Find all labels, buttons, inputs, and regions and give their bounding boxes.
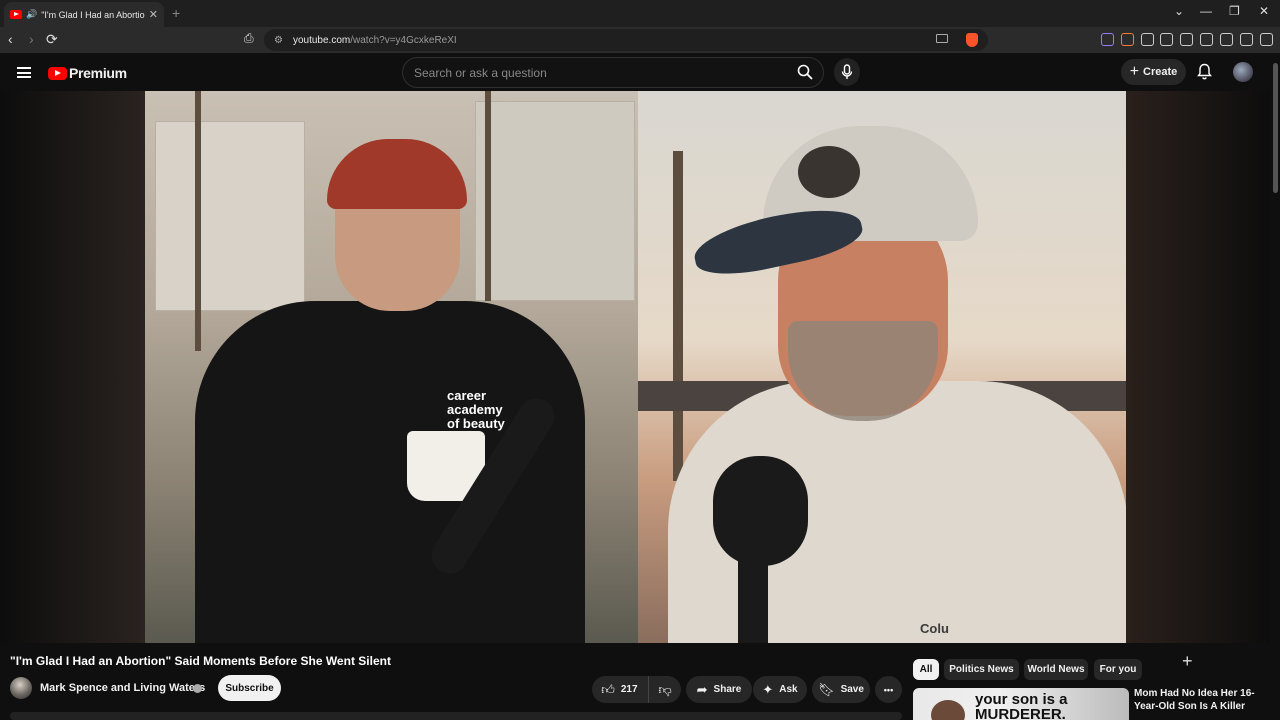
forward-icon[interactable]: › xyxy=(29,31,34,47)
youtube-favicon-icon xyxy=(10,10,22,19)
extensions-puzzle-icon[interactable] xyxy=(1141,33,1154,46)
sparkle-icon: ✦ xyxy=(762,681,774,697)
search-box[interactable] xyxy=(402,57,824,88)
like-button[interactable]: 👍︎ 217 xyxy=(591,676,649,703)
chip-all[interactable]: All xyxy=(913,659,939,680)
share-icon: ➦ xyxy=(696,681,708,697)
share-label: Share xyxy=(713,684,742,695)
more-actions-button[interactable]: ••• xyxy=(875,676,902,703)
video-backdrop-left xyxy=(0,91,145,643)
extension-2-icon[interactable] xyxy=(1121,33,1134,46)
close-tab-icon[interactable]: ✕ xyxy=(149,8,158,21)
background-palm xyxy=(485,91,491,301)
thumbs-down-icon: 👎︎ xyxy=(658,681,672,697)
video-title: "I'm Glad I Had an Abortion" Said Moment… xyxy=(10,654,391,668)
add-chip-icon[interactable]: + xyxy=(1182,651,1193,672)
maximize-icon[interactable]: ❐ xyxy=(1229,4,1240,18)
background-palm xyxy=(673,151,683,481)
subscribe-button[interactable]: Subscribe xyxy=(218,675,281,701)
verified-badge-icon xyxy=(193,684,202,693)
extension-1-icon[interactable] xyxy=(1101,33,1114,46)
like-count: 217 xyxy=(620,684,638,695)
description-box[interactable] xyxy=(10,712,902,720)
chip-for-you[interactable]: For you xyxy=(1094,659,1142,680)
notifications-bell-icon[interactable] xyxy=(1197,63,1212,80)
vpn-shield-icon[interactable] xyxy=(1240,33,1253,46)
bookmark-icon[interactable]: ⎙ xyxy=(244,31,254,46)
url-host: youtube.com xyxy=(292,34,351,46)
thumbs-up-icon: 👍︎ xyxy=(601,681,615,697)
ask-label: Ask xyxy=(779,684,798,695)
scrollbar-thumb[interactable] xyxy=(1273,63,1278,193)
url-path: /watch?v=y4GcxkeReXI xyxy=(350,34,457,46)
new-tab-icon[interactable]: + xyxy=(172,5,180,21)
studio-microphone xyxy=(713,456,808,566)
dislike-button[interactable]: 👎︎ xyxy=(649,676,682,703)
back-icon[interactable]: ‹ xyxy=(8,31,13,47)
thumbnail-face xyxy=(931,700,965,720)
youtube-header: Premium + Create xyxy=(0,53,1280,91)
create-button[interactable]: + Create xyxy=(1121,59,1186,85)
cast-icon[interactable] xyxy=(936,34,948,43)
video-frame-left: career academy of beauty xyxy=(145,91,638,643)
brave-shields-icon[interactable] xyxy=(966,33,978,47)
video-player[interactable]: career academy of beauty Colu xyxy=(0,91,1270,643)
jacket-brand: Colu xyxy=(920,621,949,636)
channel-name[interactable]: Mark Spence and Living Waters xyxy=(40,682,205,694)
video-backdrop-right xyxy=(1126,91,1270,643)
woman-hair xyxy=(327,139,467,209)
logo-text: Premium xyxy=(69,65,127,81)
plus-icon: + xyxy=(1129,63,1140,80)
browser-tab[interactable]: 🔊 "I'm Glad I Had an Abortion" ✕ xyxy=(4,2,164,27)
speaker-icon[interactable]: 🔊 xyxy=(26,9,37,20)
address-bar[interactable]: ⚙ youtube.com/watch?v=y4GcxkeReXI xyxy=(264,29,988,51)
leo-ai-icon[interactable] xyxy=(1220,33,1233,46)
recommended-video-thumbnail[interactable]: your son is a MURDERER. xyxy=(913,688,1129,720)
media-icon[interactable] xyxy=(1160,33,1173,46)
shirt-print: career academy of beauty xyxy=(447,388,505,431)
youtube-premium-logo[interactable]: Premium xyxy=(48,65,127,81)
woman-figure xyxy=(195,301,585,643)
share-button[interactable]: ➦ Share xyxy=(686,676,752,703)
account-avatar[interactable] xyxy=(1233,62,1253,82)
wallet-icon[interactable] xyxy=(1200,33,1213,46)
browser-toolbar: ‹ › ⟳ ⎙ ⚙ youtube.com/watch?v=y4GcxkeReX… xyxy=(0,27,1280,53)
save-label: Save xyxy=(840,684,864,695)
channel-avatar[interactable] xyxy=(10,677,32,699)
recommended-video-title[interactable]: Mom Had No Idea Her 16-Year-Old Son Is A… xyxy=(1134,687,1264,713)
minimize-icon[interactable]: — xyxy=(1200,4,1212,18)
reload-icon[interactable]: ⟳ xyxy=(46,31,58,48)
video-frame-right: Colu xyxy=(638,91,1126,643)
site-info-icon[interactable]: ⚙ xyxy=(274,35,283,46)
cap-patch xyxy=(798,146,860,198)
page-scrollbar[interactable] xyxy=(1271,53,1280,720)
tab-search-icon[interactable]: ⌄ xyxy=(1174,4,1184,18)
voice-search-button[interactable] xyxy=(834,58,860,86)
create-label: Create xyxy=(1143,66,1178,78)
search-input[interactable] xyxy=(414,65,774,80)
youtube-logo-icon xyxy=(48,66,67,80)
background-building xyxy=(475,101,635,301)
background-building xyxy=(155,121,305,311)
chip-politics-news[interactable]: Politics News xyxy=(944,659,1019,680)
search-icon[interactable] xyxy=(797,64,813,80)
thumbnail-text: your son is a MURDERER. xyxy=(975,691,1068,720)
hamburger-menu-icon[interactable] xyxy=(17,67,31,78)
ask-button[interactable]: ✦ Ask xyxy=(753,676,807,703)
menu-icon[interactable] xyxy=(1260,33,1273,46)
bookmark-save-icon: 🔖︎ xyxy=(818,681,835,697)
like-dislike-group: 👍︎ 217 👎︎ xyxy=(592,676,681,703)
background-palm xyxy=(195,91,201,351)
tab-title: "I'm Glad I Had an Abortion" xyxy=(41,9,145,20)
save-button[interactable]: 🔖︎ Save xyxy=(812,676,870,703)
microphone-icon xyxy=(841,64,853,79)
browser-tab-strip: 🔊 "I'm Glad I Had an Abortion" ✕ + ⌄ — ❐… xyxy=(0,0,1280,27)
chip-world-news[interactable]: World News xyxy=(1024,659,1088,680)
close-window-icon[interactable]: ✕ xyxy=(1259,4,1269,18)
sidebar-icon[interactable] xyxy=(1180,33,1193,46)
microphone-stem xyxy=(738,551,768,643)
